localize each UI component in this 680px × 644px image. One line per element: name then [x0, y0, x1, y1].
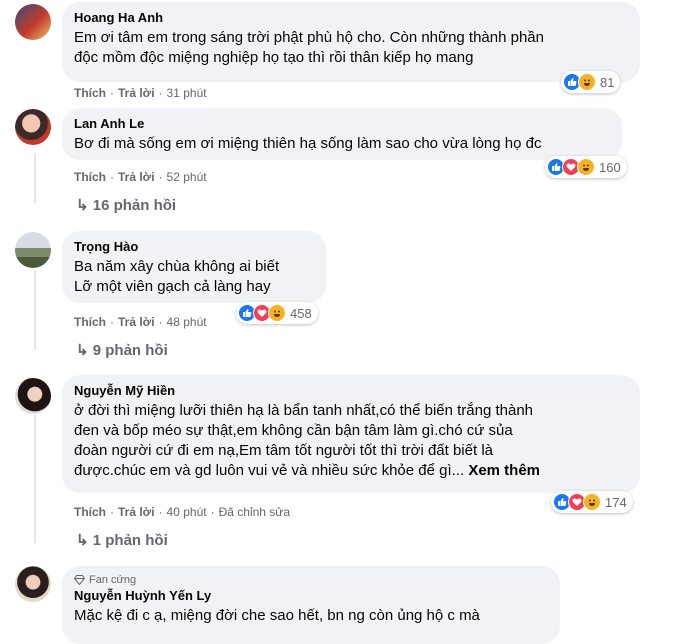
reply-button[interactable]: Trả lời: [118, 315, 155, 329]
reaction-count: 174: [605, 494, 627, 510]
reaction-summary[interactable]: 458: [236, 302, 318, 324]
comment-bubble: Trọng Hào Ba năm xây chùa không ai biết …: [62, 231, 326, 303]
see-more-link[interactable]: Xem thêm: [468, 462, 540, 479]
avatar[interactable]: [15, 109, 51, 145]
comment-author[interactable]: Trọng Hào: [74, 238, 314, 255]
diamond-icon: [74, 575, 85, 585]
edited-label[interactable]: Đã chỉnh sửa: [219, 505, 290, 519]
thread-line: [34, 415, 36, 543]
comment-bubble: Fan cứng Nguyễn Huỳnh Yến Ly Mặc kệ đi c…: [62, 566, 560, 644]
reaction-summary[interactable]: 81: [561, 71, 621, 93]
reply-arrow-icon: ↳: [76, 342, 89, 359]
comment-text: ở đời thì miệng lưỡi thiên hạ là bẩn tan…: [74, 401, 628, 481]
replies-count: 9 phản hồi: [92, 342, 168, 359]
comment-actions: Thích · Trả lời · 48 phút: [74, 315, 207, 329]
reply-arrow-icon: ↳: [76, 197, 89, 214]
comment-author[interactable]: Lan Anh Le: [74, 115, 610, 132]
avatar[interactable]: [15, 378, 51, 414]
comment-bubble: Nguyễn Mỹ Hiền ở đời thì miệng lưỡi thiê…: [62, 375, 640, 493]
reaction-summary[interactable]: 160: [545, 156, 627, 178]
comment-line: ở đời thì miệng lưỡi thiên hạ là bẩn tan…: [74, 402, 534, 419]
comment-line: độc mồm độc miệng nghiệp họ tạo thì rồi …: [74, 49, 474, 66]
like-button[interactable]: Thích: [74, 170, 106, 184]
thread-line: [34, 270, 36, 350]
comment-actions: Thích · Trả lời · 31 phút: [74, 86, 207, 100]
reply-button[interactable]: Trả lời: [118, 505, 155, 519]
reaction-count: 160: [599, 159, 621, 175]
comment-bubble: Lan Anh Le Bơ đi mà sống em ơi miệng thi…: [62, 108, 622, 160]
comment-text: Bơ đi mà sống em ơi miệng thiên hạ sống …: [74, 135, 542, 152]
comment-author[interactable]: Nguyễn Mỹ Hiền: [74, 382, 628, 399]
comment-text: Mặc kệ đi c ạ, miệng đời che sao hết, bn…: [74, 607, 480, 624]
reaction-count: 458: [290, 305, 312, 321]
comment-line: Em ơi tâm em trong sáng trời phật phù hộ…: [74, 29, 544, 46]
comment-author[interactable]: Hoang Ha Anh: [74, 9, 628, 26]
comment-text: Ba năm xây chùa không ai biết Lỡ một viê…: [74, 257, 314, 297]
comment-actions: Thích · Trả lời · 40 phút · Đã chỉnh sửa: [74, 505, 290, 519]
comment-line: được.chúc em và gd luôn vui vẻ và nhiều …: [74, 462, 465, 479]
thread-line: [34, 153, 36, 203]
reply-button[interactable]: Trả lời: [118, 170, 155, 184]
haha-icon: [577, 158, 595, 176]
comment-time[interactable]: 40 phút: [167, 505, 207, 519]
comment-line: Lỡ một viên gạch cả làng hay: [74, 278, 271, 295]
comment-actions: Thích · Trả lời · 52 phút: [74, 170, 207, 184]
view-replies-link[interactable]: ↳ 1 phản hồi: [76, 531, 168, 551]
haha-icon: [583, 493, 601, 511]
reply-button[interactable]: Trả lời: [118, 86, 155, 100]
reaction-summary[interactable]: 174: [551, 491, 633, 513]
reply-arrow-icon: ↳: [76, 532, 89, 549]
like-button[interactable]: Thích: [74, 315, 106, 329]
haha-icon: [268, 304, 286, 322]
view-replies-link[interactable]: ↳ 9 phản hồi: [76, 341, 168, 361]
comment-line: đoàn người cứ đi em nạ,Em tâm tốt người …: [74, 442, 493, 459]
haha-icon: [578, 73, 596, 91]
comment-bubble: Hoang Ha Anh Em ơi tâm em trong sáng trờ…: [62, 2, 640, 82]
comment-line: đen và bốp méo sự thật,em không cần bận …: [74, 422, 513, 439]
comment-time[interactable]: 48 phút: [167, 315, 207, 329]
comment-text: Em ơi tâm em trong sáng trời phật phù hộ…: [74, 28, 628, 68]
top-fan-badge: Fan cứng: [74, 573, 548, 587]
like-button[interactable]: Thích: [74, 86, 106, 100]
reaction-count: 81: [600, 74, 615, 90]
comment-time[interactable]: 52 phút: [167, 170, 207, 184]
replies-count: 1 phản hồi: [92, 532, 168, 549]
replies-count: 16 phản hồi: [92, 197, 177, 214]
avatar[interactable]: [15, 232, 51, 268]
avatar[interactable]: [15, 4, 51, 40]
view-replies-link[interactable]: ↳ 16 phản hồi: [76, 196, 176, 216]
comment-line: Ba năm xây chùa không ai biết: [74, 258, 280, 275]
like-button[interactable]: Thích: [74, 505, 106, 519]
comment-time[interactable]: 31 phút: [167, 86, 207, 100]
avatar[interactable]: [15, 566, 51, 602]
badge-label: Fan cứng: [89, 574, 137, 586]
comment-author[interactable]: Nguyễn Huỳnh Yến Ly: [74, 587, 548, 604]
